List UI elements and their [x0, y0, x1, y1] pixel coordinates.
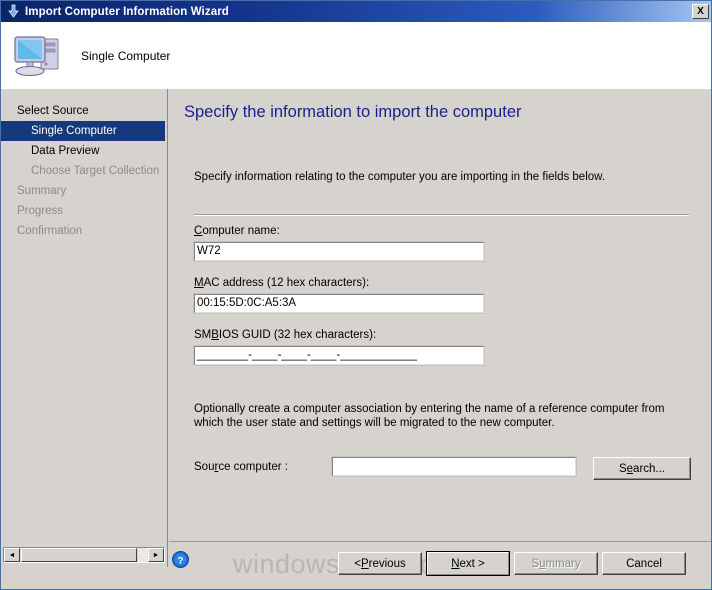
wizard-window: Import Computer Information Wizard X Sin…	[0, 0, 712, 590]
title-bar[interactable]: Import Computer Information Wizard X	[1, 1, 711, 22]
scrollbar-thumb[interactable]	[21, 548, 137, 562]
computer-name-label-text: omputer name:	[202, 225, 280, 237]
summary-button-pre: S	[531, 557, 540, 570]
next-button-post: ext >	[459, 557, 485, 570]
help-question-icon[interactable]: ?	[172, 551, 189, 568]
sidebar-item-summary[interactable]: Summary	[1, 181, 167, 201]
association-hint-text: Optionally create a computer association…	[194, 403, 665, 429]
computer-name-label: Computer name:	[194, 225, 280, 237]
smbios-guid-label: SMBIOS GUID (32 hex characters):	[194, 329, 376, 341]
sidebar-item-choose-target-collection[interactable]: Choose Target Collection	[1, 161, 167, 181]
window-title: Import Computer Information Wizard	[25, 5, 229, 18]
page-title: Specify the information to import the co…	[184, 103, 522, 121]
section-divider	[194, 214, 689, 216]
close-icon[interactable]: X	[692, 4, 709, 19]
scroll-left-arrow-icon[interactable]: ◄	[4, 548, 20, 562]
sidebar-item-confirmation[interactable]: Confirmation	[1, 221, 167, 241]
wizard-footer: ? < Previous Next > Su mmary Cancel	[169, 541, 711, 589]
sidebar-item-select-source[interactable]: Select Source	[1, 101, 167, 121]
summary-button-post: mmary	[545, 557, 581, 570]
cancel-button[interactable]: Cancel	[602, 552, 686, 575]
source-computer-label: Source computer :	[194, 461, 288, 473]
computer-name-input[interactable]: W72	[193, 241, 485, 262]
svg-text:?: ?	[178, 555, 184, 566]
search-button-post: arch...	[633, 462, 666, 475]
source-computer-input[interactable]	[331, 456, 577, 477]
previous-button-accel: P	[360, 557, 369, 570]
next-button-accel: N	[451, 557, 460, 570]
previous-button-post: revious	[368, 557, 406, 570]
sidebar-horizontal-scrollbar[interactable]: ◄ ►	[3, 547, 165, 563]
wizard-main-panel: Specify the information to import the co…	[169, 89, 711, 541]
smbios-guid-accel: B	[211, 329, 219, 341]
sidebar-item-single-computer[interactable]: Single Computer	[1, 121, 165, 141]
scroll-right-arrow-icon[interactable]: ►	[148, 548, 164, 562]
smbios-guid-input[interactable]: ________-____-____-____-____________	[193, 345, 485, 366]
mac-address-accel: M	[194, 277, 204, 289]
header-title: Single Computer	[81, 48, 171, 63]
mac-address-label-text: AC address (12 hex characters):	[203, 277, 370, 289]
summary-button[interactable]: Su mmary	[514, 552, 598, 575]
previous-button-pre: <	[354, 557, 361, 570]
scrollbar-track[interactable]	[138, 548, 148, 562]
sidebar-item-data-preview[interactable]: Data Preview	[1, 141, 167, 161]
mac-address-label: MAC address (12 hex characters):	[194, 277, 369, 289]
computer-icon	[14, 35, 59, 76]
smbios-guid-label-text: IOS GUID (32 hex characters):	[218, 329, 377, 341]
mac-address-input[interactable]: 00:15:5D:0C:A5:3A	[193, 293, 485, 314]
import-arrow-icon	[8, 4, 19, 18]
search-button-pre: S	[618, 462, 627, 475]
next-button[interactable]: Next >	[426, 551, 510, 576]
previous-button[interactable]: < Previous	[338, 552, 422, 575]
source-computer-label-pre: Sou	[194, 461, 215, 473]
wizard-step-list: Select Source Single Computer Data Previ…	[1, 89, 168, 567]
search-button[interactable]: Se arch...	[593, 457, 691, 480]
wizard-header: Single Computer	[1, 22, 711, 89]
sidebar-item-progress[interactable]: Progress	[1, 201, 167, 221]
smbios-guid-label-pre: SM	[194, 329, 212, 341]
intro-text: Specify information relating to the comp…	[194, 171, 606, 183]
source-computer-label-text: ce computer :	[218, 461, 288, 473]
